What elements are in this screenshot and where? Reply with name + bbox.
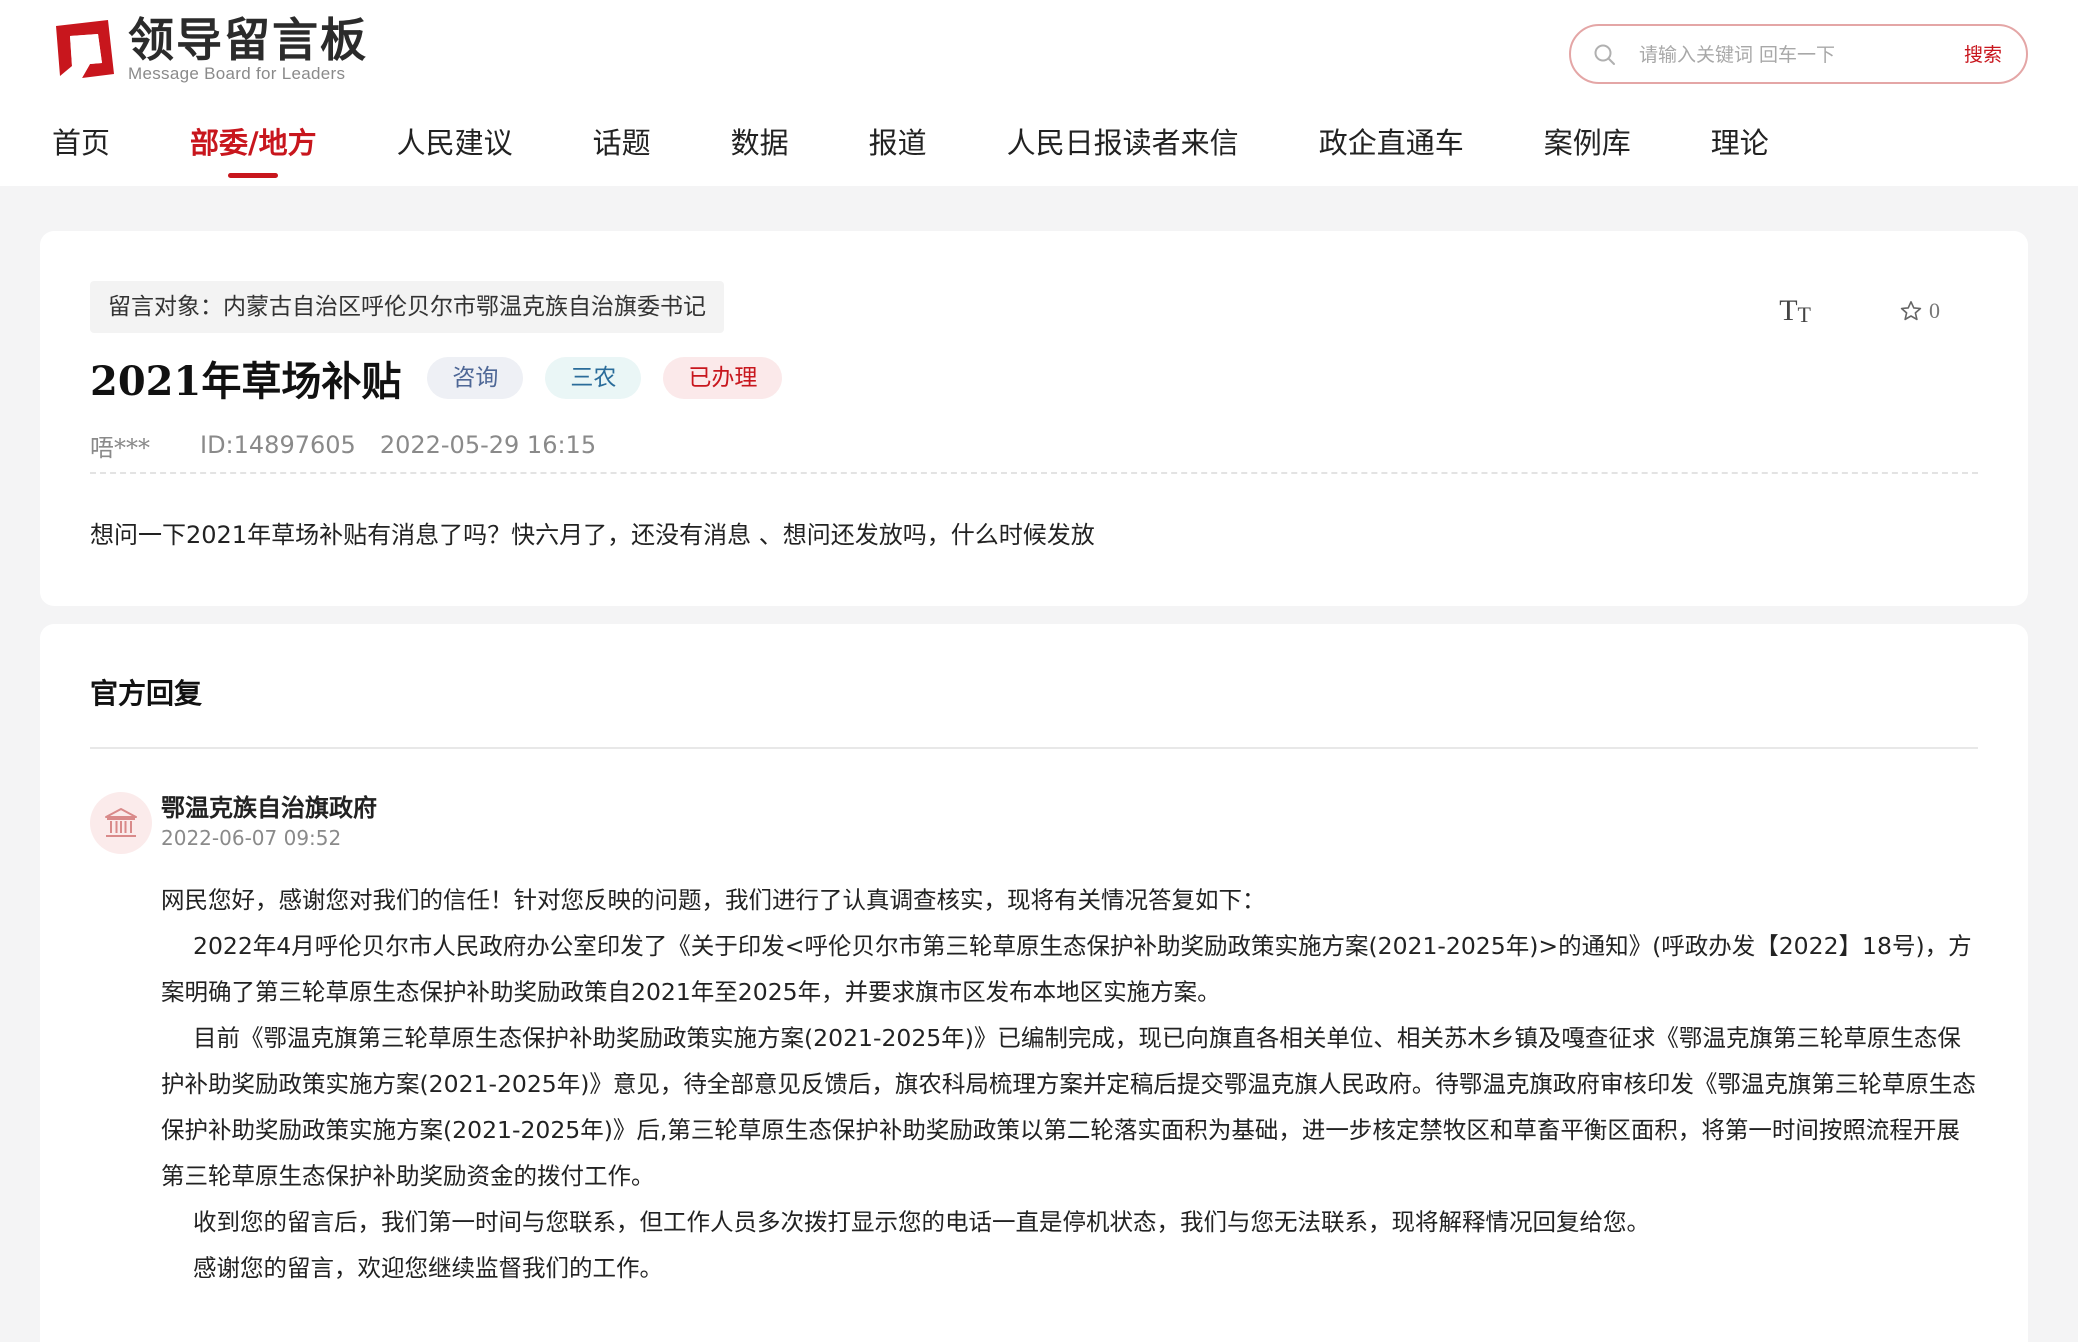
favorite-count: 0	[1929, 298, 1940, 323]
reply-body: 网民您好，感谢您对我们的信任！针对您反映的问题，我们进行了认真调查核实，现将有关…	[161, 877, 1981, 1291]
nav-item-case-library[interactable]: 案例库	[1544, 120, 1631, 166]
status-badge: 已办理	[663, 357, 783, 399]
reply-heading: 官方回复	[90, 677, 203, 710]
nav-item-theory[interactable]: 理论	[1711, 120, 1769, 166]
logo-title: 领导留言板	[128, 13, 368, 67]
reply-card: 官方回复 鄂温克族自治旗政府 2022-06-07 09:52 网民您好，感谢您…	[40, 624, 2028, 1342]
message-tools: TT 0	[1779, 291, 1940, 331]
nav-item-home[interactable]: 首页	[52, 120, 110, 166]
reply-paragraph: 目前《鄂温克旗第三轮草原生态保护补助奖励政策实施方案(2021-2025年)》已…	[161, 1024, 1976, 1190]
type-badge: 咨询	[427, 357, 524, 399]
reply-paragraph: 网民您好，感谢您对我们的信任！针对您反映的问题，我们进行了认真调查核实，现将有关…	[161, 886, 1266, 914]
site-logo[interactable]: 领导留言板 Message Board for Leaders	[52, 14, 368, 84]
category-badge: 三农	[545, 357, 642, 399]
message-author: 唔***	[90, 433, 150, 462]
nav-item-topics[interactable]: 话题	[593, 120, 651, 166]
nav-item-reports[interactable]: 报道	[869, 120, 927, 166]
message-meta: 唔*** ID:14897605 2022-05-29 16:15	[90, 427, 596, 463]
message-card: 留言对象：内蒙古自治区呼伦贝尔市鄂温克族自治旗委书记 TT 0 2021年草场补…	[40, 231, 2028, 606]
government-building-icon	[90, 792, 152, 854]
divider	[90, 472, 1978, 474]
nav-item-data[interactable]: 数据	[731, 120, 789, 166]
divider	[90, 747, 1978, 749]
message-title-row: 2021年草场补贴 咨询 三农 已办理	[90, 343, 804, 413]
nav-item-business-express[interactable]: 政企直通车	[1319, 120, 1464, 166]
main-nav: 首页 部委/地方 人民建议 话题 数据 报道 人民日报读者来信 政企直通车 案例…	[52, 118, 1849, 178]
font-size-icon[interactable]: TT	[1779, 296, 1811, 326]
logo-subtitle: Message Board for Leaders	[128, 64, 346, 83]
nav-item-ministries-local[interactable]: 部委/地方	[190, 120, 317, 178]
star-outline-icon	[1899, 299, 1923, 323]
search-button[interactable]: 搜索	[1964, 40, 2002, 70]
message-datetime: 2022-05-29 16:15	[379, 431, 597, 459]
favorite-button[interactable]: 0	[1899, 298, 1940, 324]
search-input[interactable]	[1639, 40, 1919, 70]
reply-paragraph: 2022年4月呼伦贝尔市人民政府办公室印发了《关于印发<呼伦贝尔市第三轮草原生态…	[161, 932, 1972, 1006]
site-header: 领导留言板 Message Board for Leaders 搜索 首页 部委…	[0, 0, 2078, 186]
font-size-small-glyph: T	[1797, 302, 1811, 327]
reply-paragraph: 收到您的留言后，我们第一时间与您联系，但工作人员多次拨打显示您的电话一直是停机状…	[193, 1208, 1650, 1236]
responder-name: 鄂温克族自治旗政府	[161, 793, 377, 822]
logo-mark-icon	[52, 16, 118, 82]
reply-datetime: 2022-06-07 09:52	[161, 826, 342, 850]
font-size-big-glyph: T	[1779, 294, 1798, 327]
nav-item-suggestions[interactable]: 人民建议	[397, 120, 513, 166]
search-icon	[1593, 43, 1617, 67]
search-box: 搜索	[1569, 24, 2028, 84]
reply-paragraph: 感谢您的留言，欢迎您继续监督我们的工作。	[193, 1254, 663, 1282]
nav-item-reader-letters[interactable]: 人民日报读者来信	[1007, 120, 1239, 166]
message-title: 2021年草场补贴	[90, 358, 402, 405]
message-id: ID:14897605	[200, 431, 356, 459]
message-target: 留言对象：内蒙古自治区呼伦贝尔市鄂温克族自治旗委书记	[90, 281, 724, 333]
message-content: 想问一下2021年草场补贴有消息了吗？快六月了，还没有消息 、想问还发放吗，什么…	[90, 521, 1095, 549]
